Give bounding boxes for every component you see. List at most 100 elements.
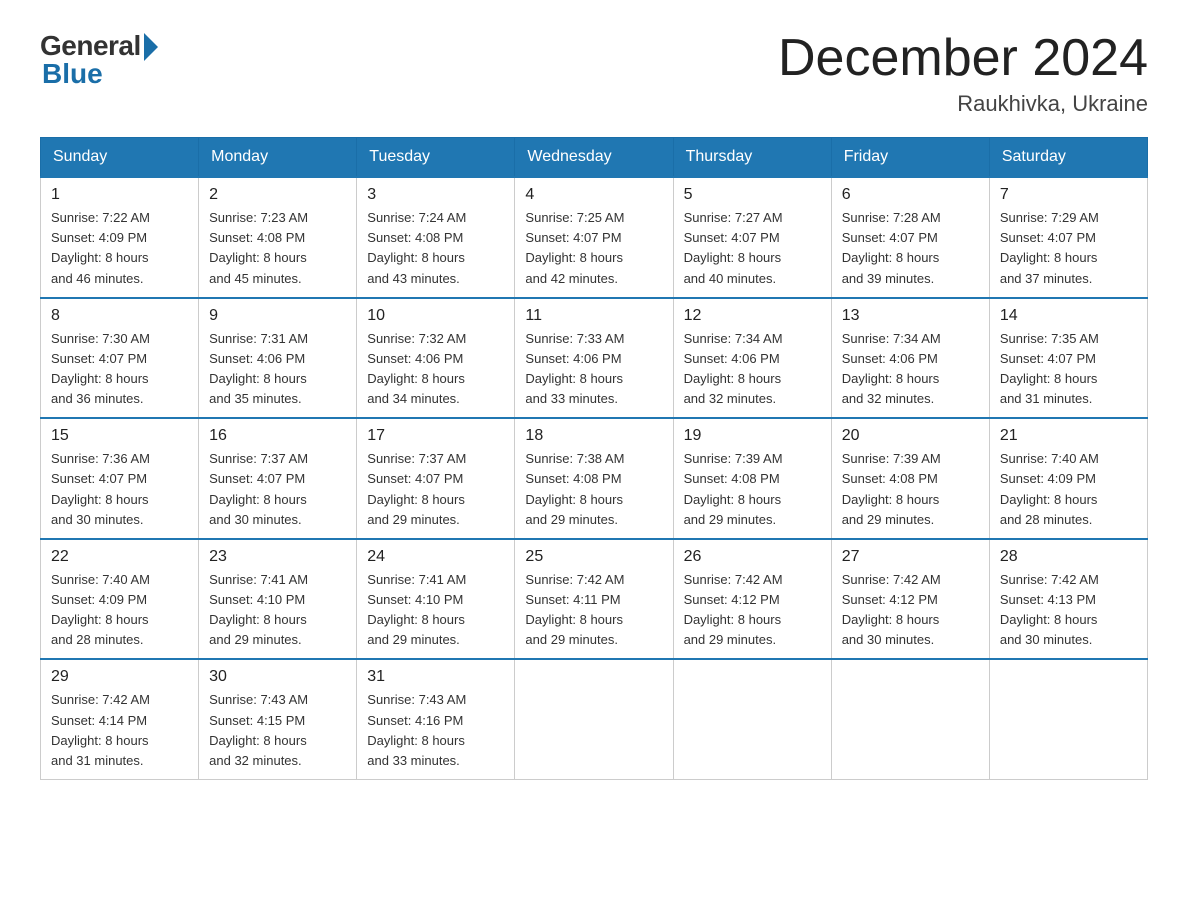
day-info: Sunrise: 7:24 AMSunset: 4:08 PMDaylight:…	[367, 210, 466, 285]
week-row-2: 8 Sunrise: 7:30 AMSunset: 4:07 PMDayligh…	[41, 298, 1148, 419]
day-info: Sunrise: 7:23 AMSunset: 4:08 PMDaylight:…	[209, 210, 308, 285]
calendar-table: SundayMondayTuesdayWednesdayThursdayFrid…	[40, 137, 1148, 780]
calendar-cell: 1 Sunrise: 7:22 AMSunset: 4:09 PMDayligh…	[41, 177, 199, 298]
calendar-cell: 15 Sunrise: 7:36 AMSunset: 4:07 PMDaylig…	[41, 418, 199, 539]
calendar-cell: 20 Sunrise: 7:39 AMSunset: 4:08 PMDaylig…	[831, 418, 989, 539]
calendar-cell: 29 Sunrise: 7:42 AMSunset: 4:14 PMDaylig…	[41, 659, 199, 779]
calendar-cell: 19 Sunrise: 7:39 AMSunset: 4:08 PMDaylig…	[673, 418, 831, 539]
calendar-cell: 28 Sunrise: 7:42 AMSunset: 4:13 PMDaylig…	[989, 539, 1147, 660]
day-info: Sunrise: 7:39 AMSunset: 4:08 PMDaylight:…	[842, 451, 941, 526]
day-info: Sunrise: 7:41 AMSunset: 4:10 PMDaylight:…	[367, 572, 466, 647]
calendar-cell: 11 Sunrise: 7:33 AMSunset: 4:06 PMDaylig…	[515, 298, 673, 419]
week-row-1: 1 Sunrise: 7:22 AMSunset: 4:09 PMDayligh…	[41, 177, 1148, 298]
calendar-cell: 26 Sunrise: 7:42 AMSunset: 4:12 PMDaylig…	[673, 539, 831, 660]
calendar-cell: 9 Sunrise: 7:31 AMSunset: 4:06 PMDayligh…	[199, 298, 357, 419]
calendar-cell: 8 Sunrise: 7:30 AMSunset: 4:07 PMDayligh…	[41, 298, 199, 419]
week-row-4: 22 Sunrise: 7:40 AMSunset: 4:09 PMDaylig…	[41, 539, 1148, 660]
day-number: 11	[525, 307, 662, 325]
weekday-header-saturday: Saturday	[989, 138, 1147, 178]
day-info: Sunrise: 7:32 AMSunset: 4:06 PMDaylight:…	[367, 331, 466, 406]
day-info: Sunrise: 7:40 AMSunset: 4:09 PMDaylight:…	[51, 572, 150, 647]
day-info: Sunrise: 7:38 AMSunset: 4:08 PMDaylight:…	[525, 451, 624, 526]
weekday-header-thursday: Thursday	[673, 138, 831, 178]
day-number: 19	[684, 427, 821, 445]
day-info: Sunrise: 7:34 AMSunset: 4:06 PMDaylight:…	[842, 331, 941, 406]
week-row-5: 29 Sunrise: 7:42 AMSunset: 4:14 PMDaylig…	[41, 659, 1148, 779]
calendar-cell: 18 Sunrise: 7:38 AMSunset: 4:08 PMDaylig…	[515, 418, 673, 539]
calendar-cell: 5 Sunrise: 7:27 AMSunset: 4:07 PMDayligh…	[673, 177, 831, 298]
calendar-cell: 12 Sunrise: 7:34 AMSunset: 4:06 PMDaylig…	[673, 298, 831, 419]
page-header: General Blue December 2024 Raukhivka, Uk…	[40, 30, 1148, 117]
day-info: Sunrise: 7:42 AMSunset: 4:12 PMDaylight:…	[842, 572, 941, 647]
day-info: Sunrise: 7:22 AMSunset: 4:09 PMDaylight:…	[51, 210, 150, 285]
week-row-3: 15 Sunrise: 7:36 AMSunset: 4:07 PMDaylig…	[41, 418, 1148, 539]
logo-blue-text: Blue	[42, 58, 103, 90]
weekday-header-sunday: Sunday	[41, 138, 199, 178]
logo-arrow-icon	[144, 33, 158, 61]
calendar-cell: 27 Sunrise: 7:42 AMSunset: 4:12 PMDaylig…	[831, 539, 989, 660]
weekday-header-row: SundayMondayTuesdayWednesdayThursdayFrid…	[41, 138, 1148, 178]
day-number: 20	[842, 427, 979, 445]
day-number: 30	[209, 668, 346, 686]
day-info: Sunrise: 7:41 AMSunset: 4:10 PMDaylight:…	[209, 572, 308, 647]
day-info: Sunrise: 7:27 AMSunset: 4:07 PMDaylight:…	[684, 210, 783, 285]
calendar-cell: 31 Sunrise: 7:43 AMSunset: 4:16 PMDaylig…	[357, 659, 515, 779]
day-number: 10	[367, 307, 504, 325]
calendar-cell: 21 Sunrise: 7:40 AMSunset: 4:09 PMDaylig…	[989, 418, 1147, 539]
weekday-header-friday: Friday	[831, 138, 989, 178]
day-number: 1	[51, 186, 188, 204]
day-info: Sunrise: 7:42 AMSunset: 4:12 PMDaylight:…	[684, 572, 783, 647]
title-block: December 2024 Raukhivka, Ukraine	[778, 30, 1148, 117]
day-number: 27	[842, 548, 979, 566]
day-info: Sunrise: 7:31 AMSunset: 4:06 PMDaylight:…	[209, 331, 308, 406]
calendar-cell: 4 Sunrise: 7:25 AMSunset: 4:07 PMDayligh…	[515, 177, 673, 298]
calendar-cell	[989, 659, 1147, 779]
calendar-cell	[673, 659, 831, 779]
day-number: 24	[367, 548, 504, 566]
day-number: 6	[842, 186, 979, 204]
calendar-cell: 25 Sunrise: 7:42 AMSunset: 4:11 PMDaylig…	[515, 539, 673, 660]
day-number: 8	[51, 307, 188, 325]
day-info: Sunrise: 7:36 AMSunset: 4:07 PMDaylight:…	[51, 451, 150, 526]
day-number: 21	[1000, 427, 1137, 445]
calendar-cell: 14 Sunrise: 7:35 AMSunset: 4:07 PMDaylig…	[989, 298, 1147, 419]
weekday-header-monday: Monday	[199, 138, 357, 178]
day-info: Sunrise: 7:37 AMSunset: 4:07 PMDaylight:…	[367, 451, 466, 526]
calendar-cell	[515, 659, 673, 779]
day-info: Sunrise: 7:42 AMSunset: 4:11 PMDaylight:…	[525, 572, 624, 647]
calendar-cell: 16 Sunrise: 7:37 AMSunset: 4:07 PMDaylig…	[199, 418, 357, 539]
month-title: December 2024	[778, 30, 1148, 87]
day-number: 9	[209, 307, 346, 325]
day-number: 16	[209, 427, 346, 445]
calendar-cell: 3 Sunrise: 7:24 AMSunset: 4:08 PMDayligh…	[357, 177, 515, 298]
day-info: Sunrise: 7:39 AMSunset: 4:08 PMDaylight:…	[684, 451, 783, 526]
weekday-header-wednesday: Wednesday	[515, 138, 673, 178]
calendar-cell: 24 Sunrise: 7:41 AMSunset: 4:10 PMDaylig…	[357, 539, 515, 660]
day-info: Sunrise: 7:35 AMSunset: 4:07 PMDaylight:…	[1000, 331, 1099, 406]
calendar-cell	[831, 659, 989, 779]
day-number: 31	[367, 668, 504, 686]
day-number: 12	[684, 307, 821, 325]
day-number: 14	[1000, 307, 1137, 325]
calendar-cell: 23 Sunrise: 7:41 AMSunset: 4:10 PMDaylig…	[199, 539, 357, 660]
day-number: 15	[51, 427, 188, 445]
day-info: Sunrise: 7:42 AMSunset: 4:14 PMDaylight:…	[51, 692, 150, 767]
day-info: Sunrise: 7:29 AMSunset: 4:07 PMDaylight:…	[1000, 210, 1099, 285]
day-info: Sunrise: 7:30 AMSunset: 4:07 PMDaylight:…	[51, 331, 150, 406]
calendar-cell: 7 Sunrise: 7:29 AMSunset: 4:07 PMDayligh…	[989, 177, 1147, 298]
calendar-cell: 13 Sunrise: 7:34 AMSunset: 4:06 PMDaylig…	[831, 298, 989, 419]
day-info: Sunrise: 7:28 AMSunset: 4:07 PMDaylight:…	[842, 210, 941, 285]
day-number: 18	[525, 427, 662, 445]
day-number: 25	[525, 548, 662, 566]
day-number: 28	[1000, 548, 1137, 566]
day-number: 13	[842, 307, 979, 325]
calendar-cell: 2 Sunrise: 7:23 AMSunset: 4:08 PMDayligh…	[199, 177, 357, 298]
day-info: Sunrise: 7:25 AMSunset: 4:07 PMDaylight:…	[525, 210, 624, 285]
day-number: 29	[51, 668, 188, 686]
day-number: 17	[367, 427, 504, 445]
logo: General Blue	[40, 30, 158, 90]
day-number: 5	[684, 186, 821, 204]
day-number: 26	[684, 548, 821, 566]
calendar-cell: 22 Sunrise: 7:40 AMSunset: 4:09 PMDaylig…	[41, 539, 199, 660]
day-info: Sunrise: 7:33 AMSunset: 4:06 PMDaylight:…	[525, 331, 624, 406]
